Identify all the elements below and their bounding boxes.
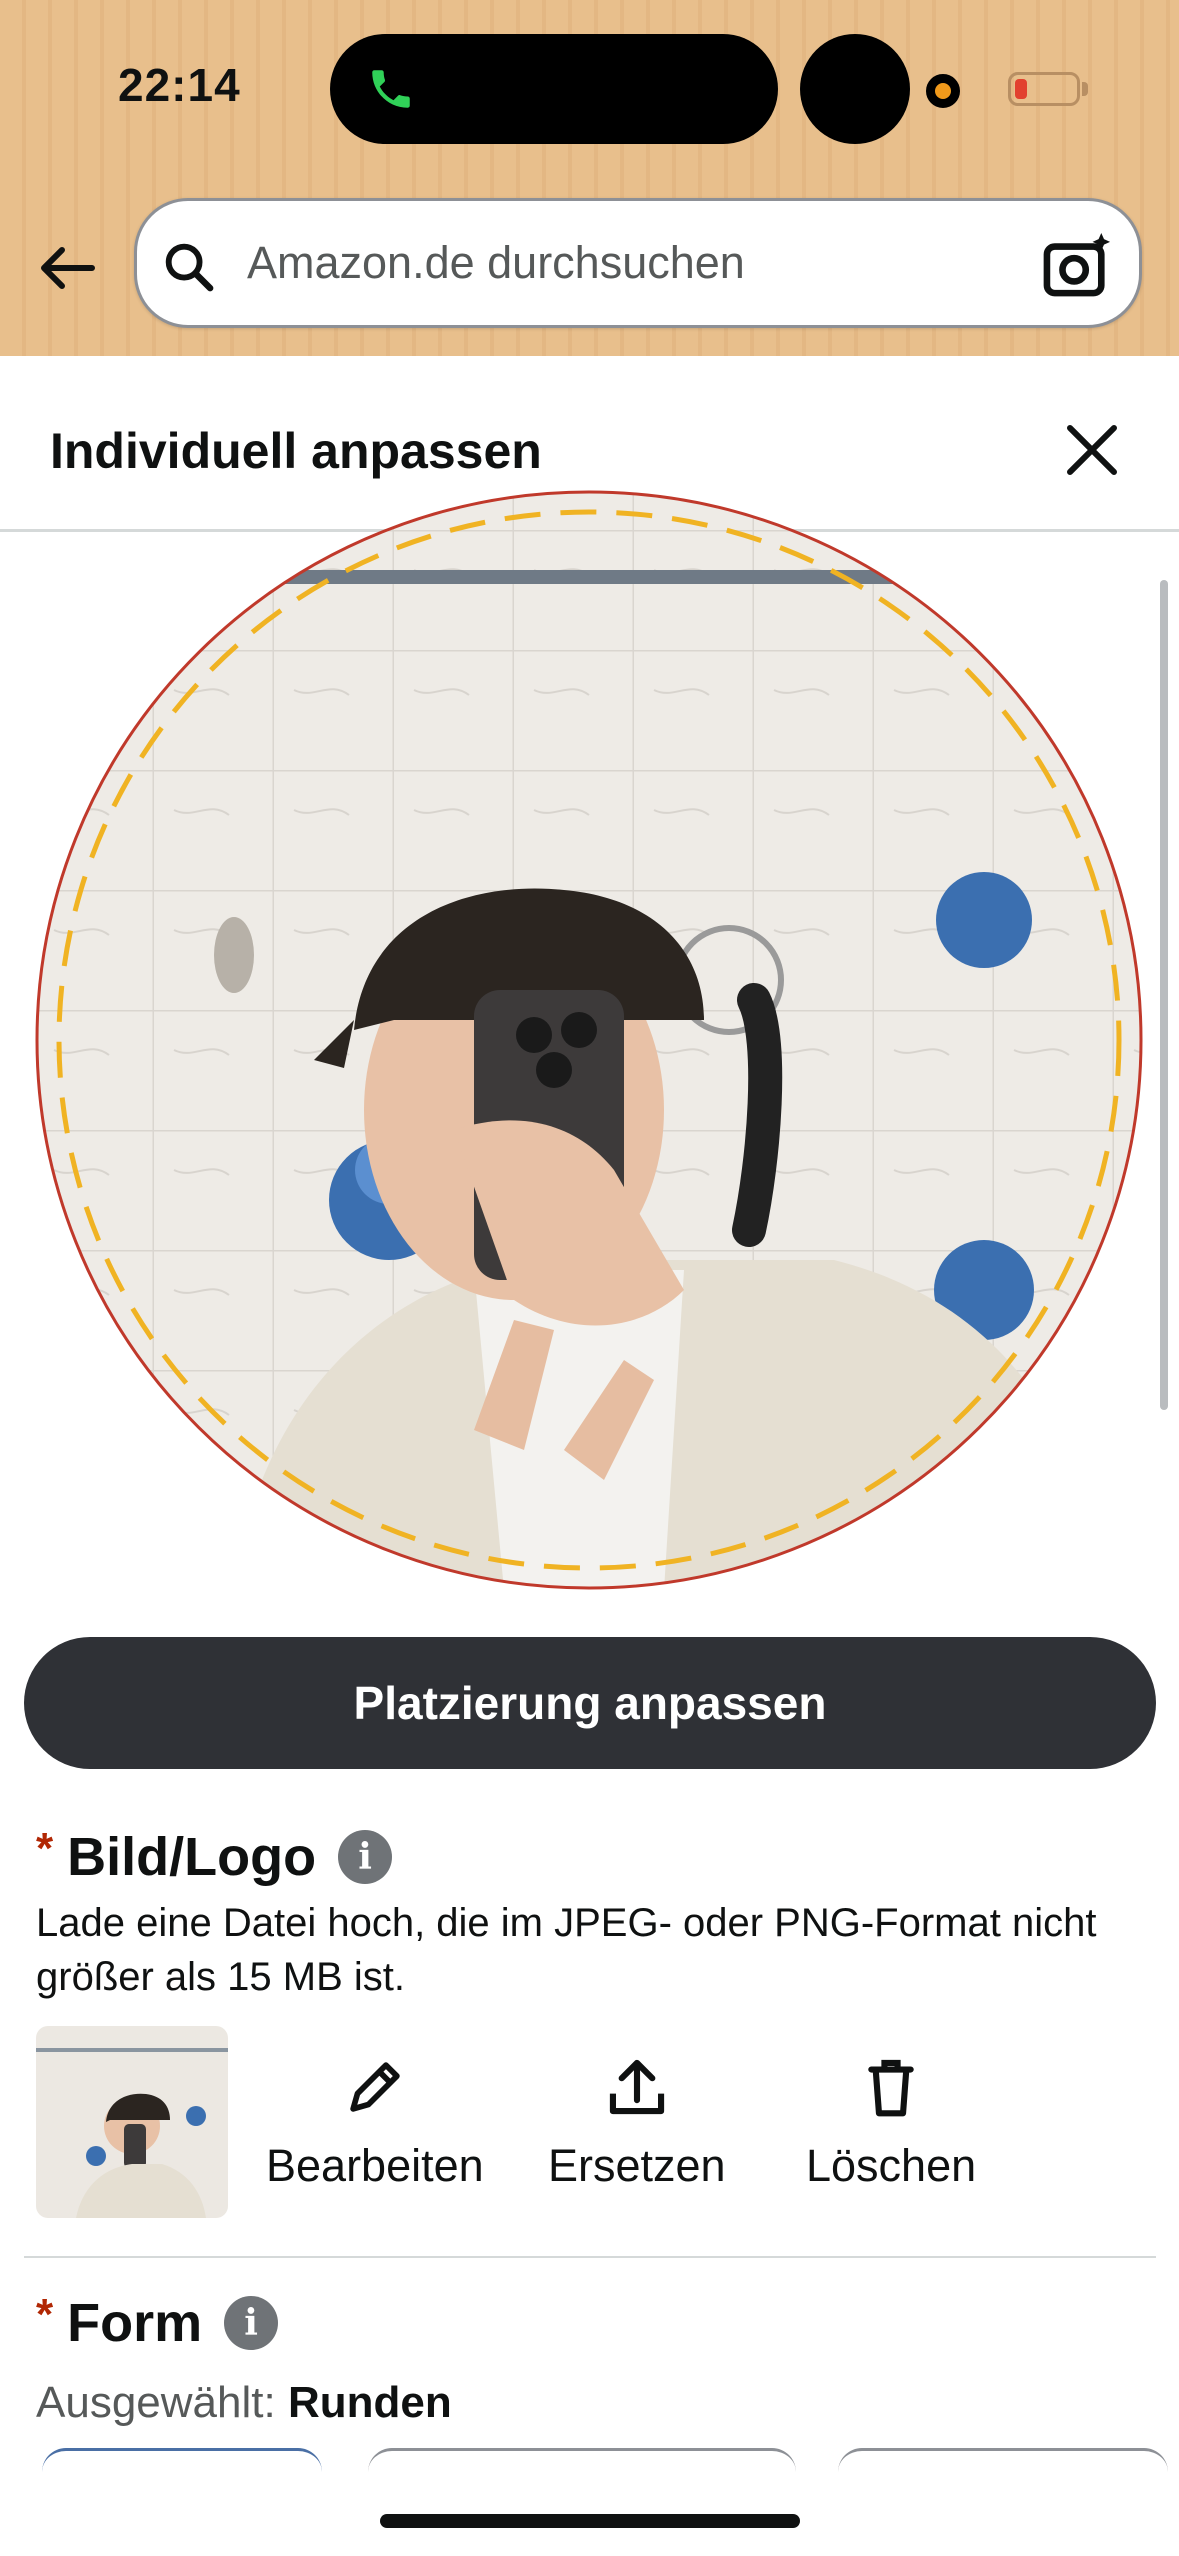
search-bar[interactable] bbox=[134, 198, 1142, 328]
round-photo-preview[interactable] bbox=[34, 410, 1144, 1590]
info-icon[interactable]: i bbox=[224, 2296, 279, 2350]
shape-section-label: Form bbox=[67, 2293, 203, 2353]
dynamic-island-call[interactable] bbox=[330, 34, 778, 144]
info-icon[interactable]: i bbox=[338, 1830, 393, 1884]
replace-button[interactable]: Ersetzen bbox=[548, 2052, 726, 2192]
camera-sparkle-icon[interactable] bbox=[1043, 231, 1113, 297]
battery-icon bbox=[1008, 72, 1080, 106]
shape-option-2[interactable] bbox=[368, 2448, 796, 2488]
delete-label: Löschen bbox=[806, 2140, 977, 2191]
shape-selection: Ausgewählt: Runden bbox=[36, 2378, 452, 2428]
required-marker: * bbox=[36, 2290, 54, 2339]
mic-indicator-icon bbox=[926, 74, 960, 108]
edit-label: Bearbeiten bbox=[266, 2140, 484, 2191]
adjust-placement-button[interactable]: Platzierung anpassen bbox=[24, 1637, 1156, 1769]
section-divider bbox=[24, 2256, 1156, 2258]
upload-description: Lade eine Datei hoch, die im JPEG- oder … bbox=[36, 1901, 1097, 1999]
trash-icon bbox=[868, 2059, 914, 2117]
home-indicator[interactable] bbox=[380, 2514, 800, 2528]
status-time: 22:14 bbox=[118, 59, 241, 111]
replace-label: Ersetzen bbox=[548, 2140, 726, 2191]
back-arrow-icon[interactable] bbox=[36, 236, 100, 300]
image-section-label: Bild/Logo bbox=[67, 1827, 317, 1887]
uploaded-image-thumbnail[interactable] bbox=[36, 2026, 228, 2218]
shape-section-title: * Form i bbox=[36, 2290, 279, 2354]
phone-icon bbox=[372, 70, 410, 108]
selected-label: Ausgewählt: bbox=[36, 2378, 276, 2427]
required-marker: * bbox=[36, 1824, 54, 1873]
image-section-title: * Bild/Logo i bbox=[36, 1824, 393, 1888]
scrollbar[interactable] bbox=[1160, 580, 1168, 1410]
app-header: 22:14 bbox=[0, 0, 1179, 356]
search-icon bbox=[165, 243, 214, 292]
upload-icon bbox=[609, 2059, 664, 2115]
shape-option-round[interactable] bbox=[42, 2448, 322, 2488]
search-input[interactable] bbox=[247, 221, 947, 305]
shape-option-3[interactable] bbox=[838, 2448, 1168, 2488]
delete-button[interactable]: Löschen bbox=[806, 2052, 976, 2192]
pencil-icon bbox=[350, 2062, 400, 2112]
camera-cutout bbox=[800, 34, 910, 144]
selected-shape-value: Runden bbox=[287, 2378, 452, 2427]
edit-button[interactable]: Bearbeiten bbox=[266, 2052, 484, 2192]
preview-area[interactable] bbox=[34, 410, 1144, 1590]
